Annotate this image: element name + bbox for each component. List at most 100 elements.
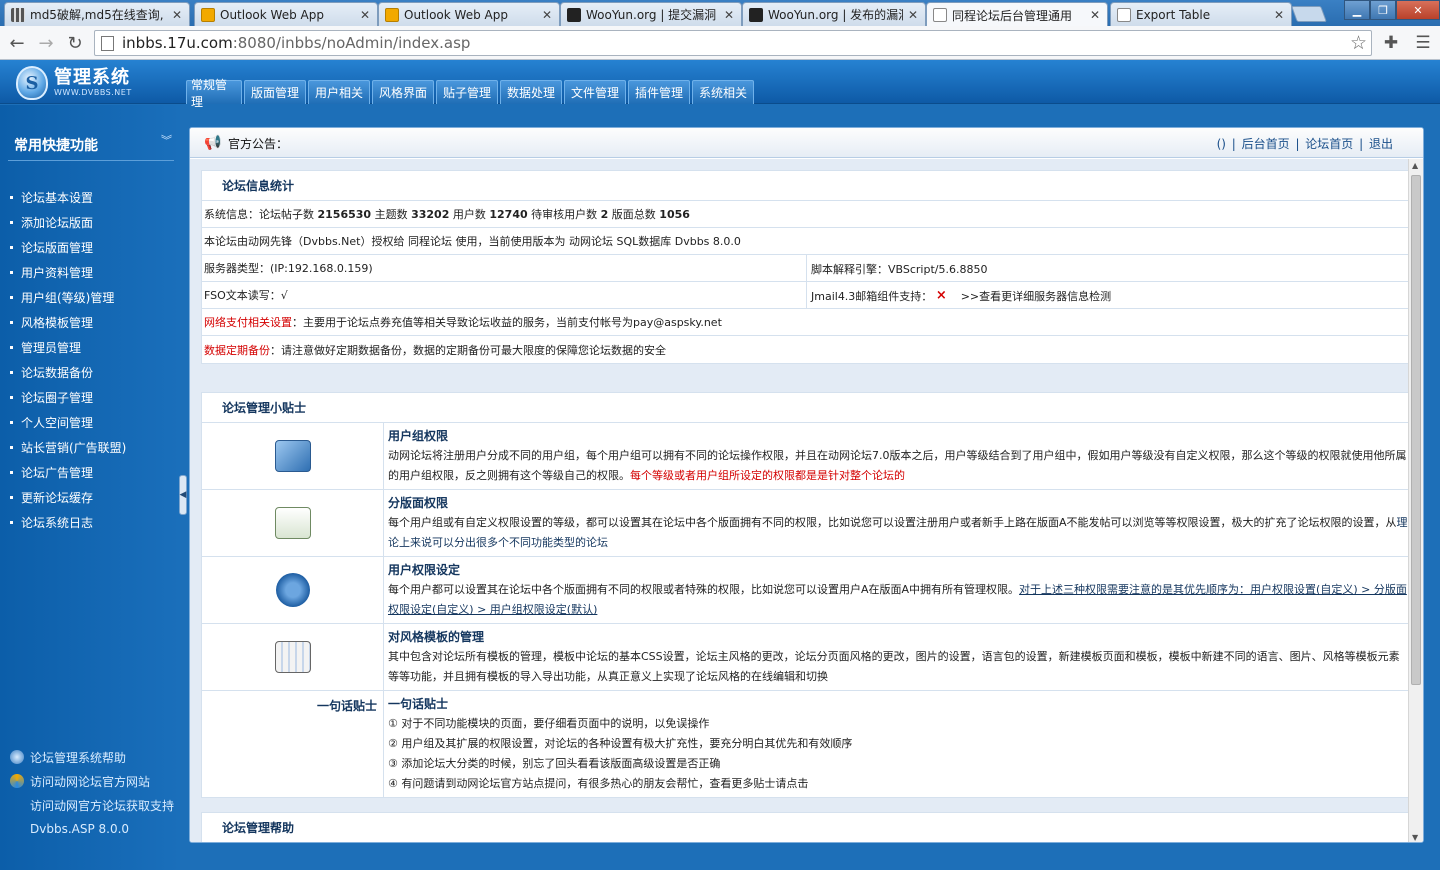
wooyun-favicon-icon: [749, 7, 763, 22]
backup-link[interactable]: 数据定期备份: [204, 342, 270, 358]
sidebar-menu: 论坛基本设置 添加论坛版面 论坛版面管理 用户资料管理 用户组(等级)管理 风格…: [10, 185, 126, 535]
sidebar-item[interactable]: 论坛圈子管理: [10, 385, 126, 410]
minimize-icon[interactable]: ▁: [1344, 0, 1370, 20]
nav-tab[interactable]: 贴子管理: [436, 80, 498, 104]
nav-tab[interactable]: 文件管理: [564, 80, 626, 104]
new-tab-button[interactable]: [1291, 6, 1327, 22]
tip-row: 用户组权限 动网论坛将注册用户分成不同的用户组，每个用户组可以拥有不同的论坛操作…: [202, 423, 1412, 490]
components-row: FSO文本读写：√ Jmail4.3邮箱组件支持： × >>查看更详细服务器信息…: [202, 282, 1412, 309]
tips-panel: 论坛管理小贴士 用户组权限 动网论坛将注册用户分成不同的用户组，每个用户组可以拥…: [201, 392, 1413, 798]
logout-link[interactable]: 退出: [1369, 137, 1393, 151]
forward-arrow-icon[interactable]: →: [35, 32, 57, 54]
nav-tab[interactable]: 风格界面: [372, 80, 434, 104]
close-icon[interactable]: ✕: [1273, 8, 1285, 22]
close-icon[interactable]: ✕: [171, 8, 183, 22]
sidebar-collapse-handle[interactable]: ◀: [179, 475, 187, 515]
tip-row-oneline: 一句话贴士 一句话贴士 ① 对于不同功能模块的页面，要仔细看页面中的说明，以免误…: [202, 691, 1412, 797]
browser-tab[interactable]: md5破解,md5在线查询, ✕: [4, 2, 190, 26]
dvbbs-swirl-icon: [10, 774, 24, 788]
forum-home-link[interactable]: 论坛首页: [1305, 137, 1353, 151]
payment-row: 网络支付相关设置 ：主要用于论坛点券充值等相关导致论坛收益的服务，当前支付帐号为p…: [202, 309, 1412, 336]
version-label: Dvbbs.ASP 8.0.0: [30, 822, 130, 836]
official-site-link[interactable]: 访问动网论坛官方网站: [10, 769, 174, 793]
nav-tab[interactable]: 插件管理: [628, 80, 690, 104]
payment-settings-link[interactable]: 网络支付相关设置: [204, 314, 292, 330]
close-icon[interactable]: ✕: [541, 8, 553, 22]
browser-tab[interactable]: WooYun.org | 发布的漏洞 ✕: [742, 2, 926, 26]
content-scroll-area[interactable]: 论坛信息统计 系统信息：论坛帖子数 2156530 主题数 33202 用户数 …: [190, 159, 1423, 842]
sidebar-item[interactable]: 用户资料管理: [10, 260, 126, 285]
close-icon[interactable]: ✕: [1089, 8, 1101, 22]
browser-tab[interactable]: WooYun.org | 提交漏洞 ✕: [560, 2, 742, 26]
nav-tab[interactable]: 数据处理: [500, 80, 562, 104]
restore-icon[interactable]: ❐: [1370, 0, 1396, 20]
nav-tab[interactable]: 常规管理: [186, 78, 242, 109]
admin-home-link[interactable]: 后台首页: [1242, 137, 1290, 151]
reload-icon[interactable]: ↻: [64, 32, 86, 54]
sidebar-item[interactable]: 更新论坛缓存: [10, 485, 126, 510]
server-detect-link[interactable]: >>查看更详细服务器信息检测: [961, 288, 1111, 304]
sidebar-item[interactable]: 站长营销(广告联盟): [10, 435, 126, 460]
support-link[interactable]: 访问动网官方论坛获取支持: [10, 793, 174, 817]
vertical-scrollbar[interactable]: ▲ ▼: [1408, 159, 1423, 842]
scroll-thumb[interactable]: [1411, 175, 1421, 685]
browser-tab[interactable]: Outlook Web App ✕: [378, 2, 560, 26]
notice-bar: 📢 官方公告： () | 后台首页 | 论坛首页 | 退出: [190, 128, 1423, 158]
user-group-icon: [274, 440, 311, 472]
nav-tab[interactable]: 系统相关: [692, 80, 754, 104]
nav-tab[interactable]: 版面管理: [244, 80, 306, 104]
sidebar-item[interactable]: 风格模板管理: [10, 310, 126, 335]
grid-favicon-icon: [11, 7, 25, 22]
cross-mark-icon: ×: [935, 288, 947, 303]
back-arrow-icon[interactable]: ←: [6, 32, 28, 54]
bookmark-star-icon[interactable]: ☆: [1350, 32, 1367, 54]
sidebar: 常用快捷功能 ︾ 论坛基本设置 添加论坛版面 论坛版面管理 用户资料管理 用户组…: [0, 105, 180, 870]
window-close-icon[interactable]: ✕: [1396, 0, 1440, 20]
browser-tab-active[interactable]: 同程论坛后台管理通用 ✕: [926, 2, 1108, 27]
help-title: 论坛管理帮助: [202, 813, 1412, 842]
sidebar-links: 论坛管理系统帮助 访问动网论坛官方网站 访问动网官方论坛获取支持 Dvbbs.A…: [10, 745, 174, 841]
page-favicon-icon: [1117, 7, 1131, 22]
system-info-row: 系统信息：论坛帖子数 2156530 主题数 33202 用户数 12740 待…: [202, 201, 1412, 228]
close-icon[interactable]: ✕: [723, 8, 735, 22]
page-icon: [101, 35, 114, 51]
sidebar-item[interactable]: 论坛数据备份: [10, 360, 126, 385]
chevron-down-icon[interactable]: ︾: [161, 135, 172, 146]
browser-tab-strip: md5破解,md5在线查询, ✕ Outlook Web App ✕ Outlo…: [0, 0, 1440, 27]
browser-toolbar: ← → ↻ inbbs.17u.com:8080/inbbs/noAdmin/i…: [0, 26, 1440, 60]
server-row: 服务器类型：(IP:192.168.0.159) 脚本解释引擎：VBScript…: [202, 255, 1412, 282]
scroll-down-icon[interactable]: ▼: [1412, 833, 1418, 842]
scroll-up-icon[interactable]: ▲: [1412, 161, 1418, 170]
sidebar-item[interactable]: 管理员管理: [10, 335, 126, 360]
board-permission-icon: [274, 507, 311, 539]
sidebar-item[interactable]: 论坛基本设置: [10, 185, 126, 210]
logo: S 管理系统 WWW.DVBBS.NET: [16, 64, 181, 102]
help-link[interactable]: 论坛管理系统帮助: [10, 745, 174, 769]
stats-panel: 论坛信息统计 系统信息：论坛帖子数 2156530 主题数 33202 用户数 …: [201, 170, 1413, 364]
sidebar-item[interactable]: 添加论坛版面: [10, 210, 126, 235]
nav-tab[interactable]: 用户相关: [308, 80, 370, 104]
browser-tab[interactable]: Outlook Web App ✕: [194, 2, 378, 26]
sidebar-item[interactable]: 用户组(等级)管理: [10, 285, 126, 310]
tip-row: 对风格模板的管理 其中包含对论坛所有模板的管理，模板中论坛的基本CSS设置，论坛…: [202, 624, 1412, 691]
close-icon[interactable]: ✕: [907, 8, 919, 22]
sidebar-item[interactable]: 个人空间管理: [10, 410, 126, 435]
sidebar-item[interactable]: 论坛广告管理: [10, 460, 126, 485]
extension-puzzle-icon[interactable]: ✚: [1380, 32, 1402, 54]
tip-row: 用户权限设定 每个用户都可以设置其在论坛中各个版面拥有不同的权限或者特殊的权限，…: [202, 557, 1412, 624]
app-header: S 管理系统 WWW.DVBBS.NET 常规管理 版面管理 用户相关 风格界面…: [0, 60, 1440, 109]
address-bar[interactable]: inbbs.17u.com:8080/inbbs/noAdmin/index.a…: [94, 30, 1372, 56]
style-template-icon: [274, 641, 311, 673]
outlook-favicon-icon: [201, 7, 215, 22]
sidebar-item[interactable]: 论坛系统日志: [10, 510, 126, 535]
sidebar-item[interactable]: 论坛版面管理: [10, 235, 126, 260]
menu-icon[interactable]: ☰: [1412, 32, 1434, 54]
more-tips-link[interactable]: ④ 有问题请到动网论坛官方站点提问，有很多热心的朋友会帮忙，查看更多贴士请点击: [388, 774, 852, 794]
dvbbs-shield-icon: S: [16, 66, 48, 100]
close-icon[interactable]: ✕: [359, 8, 371, 22]
gear-user-icon: [275, 573, 310, 607]
browser-tab[interactable]: Export Table ✕: [1110, 2, 1292, 26]
wooyun-favicon-icon: [567, 7, 581, 22]
admin-name-link[interactable]: (): [1217, 137, 1226, 151]
page-favicon-icon: [933, 8, 947, 22]
